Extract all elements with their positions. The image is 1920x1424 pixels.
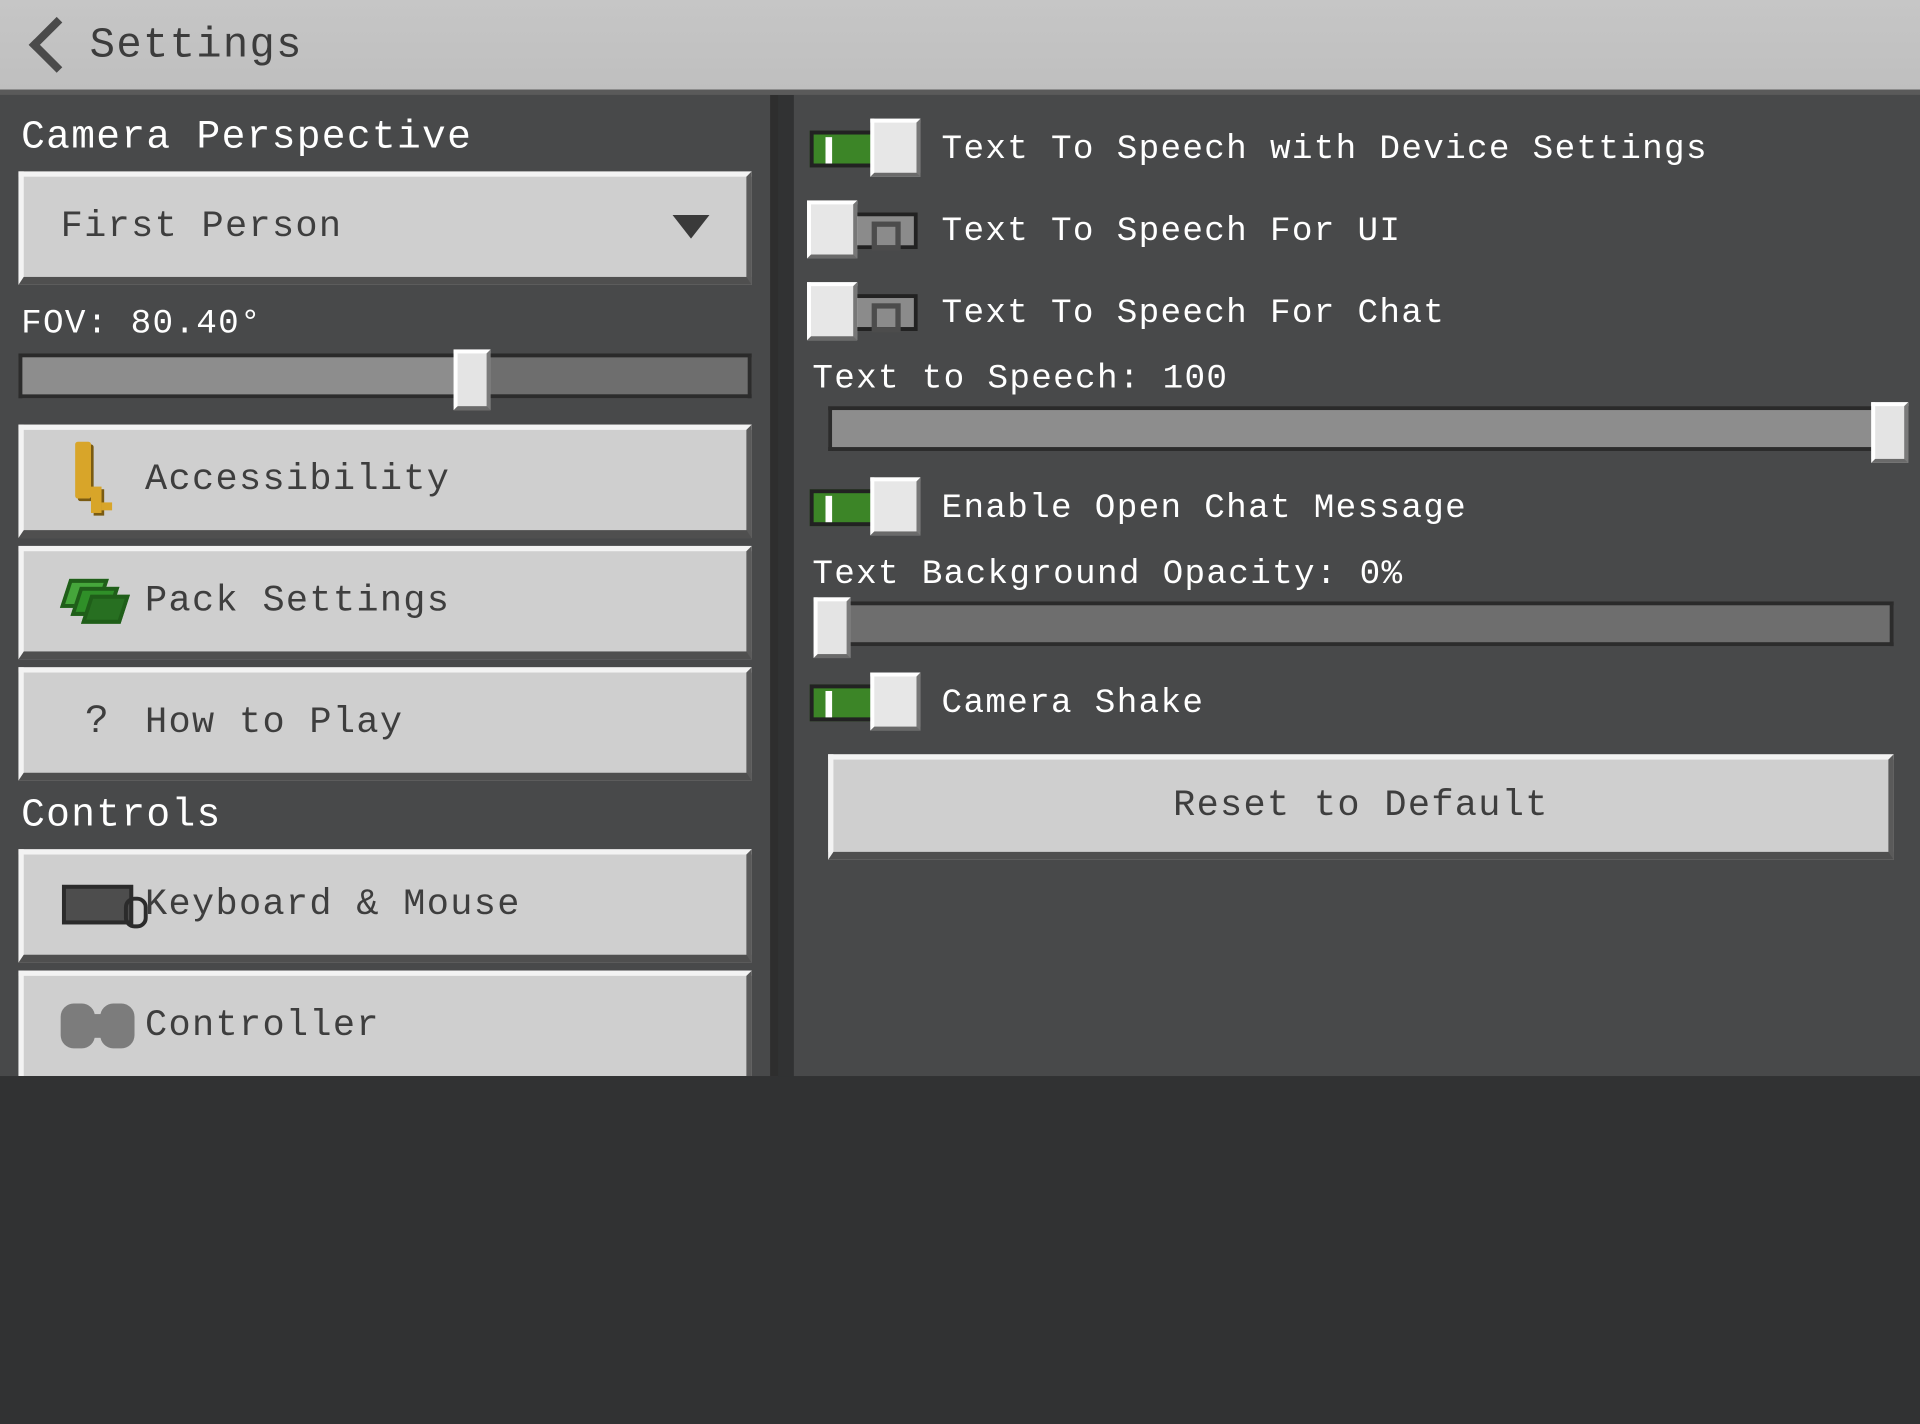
- toggle-tts-chat[interactable]: [810, 285, 918, 340]
- question-icon: ?: [50, 700, 145, 745]
- back-button-label[interactable]: Settings: [90, 20, 303, 69]
- toggle-label: Text To Speech with Device Settings: [942, 129, 1708, 169]
- tts-volume-label: Text to Speech: 100: [812, 359, 1893, 399]
- keyboard-icon: [50, 885, 145, 925]
- sidebar-item-label: How to Play: [145, 702, 720, 743]
- sidebar-item-label: Controller: [145, 1006, 720, 1047]
- toggle-label: Text To Speech For Chat: [942, 293, 1446, 333]
- reset-to-default-button[interactable]: Reset to Default: [828, 754, 1894, 859]
- camera-perspective-value: First Person: [61, 206, 343, 247]
- panel-divider: [778, 95, 794, 1076]
- camera-perspective-label: Camera Perspective: [21, 116, 752, 161]
- top-bar: Settings Accessibility Settings: [0, 0, 1920, 95]
- sidebar-item-label: Accessibility: [145, 460, 720, 501]
- chevron-down-icon: [673, 215, 710, 239]
- fov-slider-fill: [22, 357, 472, 394]
- back-chevron-icon[interactable]: [29, 17, 85, 73]
- toggle-label: Text To Speech For UI: [942, 211, 1402, 251]
- bg-opacity-label: Text Background Opacity: 0%: [812, 554, 1893, 594]
- controls-section-label: Controls: [21, 794, 752, 839]
- fov-slider-thumb[interactable]: [454, 349, 491, 410]
- sidebar-item-label: Keyboard & Mouse: [145, 884, 720, 925]
- toggle-camera-shake[interactable]: [810, 675, 918, 730]
- sidebar-item-how-to-play[interactable]: ? How to Play: [18, 667, 751, 780]
- settings-sidebar: Camera Perspective First Person FOV: 80.…: [0, 95, 778, 1076]
- controller-icon: [50, 1004, 145, 1049]
- sidebar-item-accessibility[interactable]: Accessibility: [18, 425, 751, 538]
- fov-slider[interactable]: [18, 353, 751, 398]
- tts-volume-slider[interactable]: [828, 406, 1894, 451]
- tts-slider-fill: [832, 410, 1890, 447]
- reset-button-label: Reset to Default: [1173, 785, 1549, 826]
- toggle-label: Enable Open Chat Message: [942, 488, 1467, 528]
- bg-opacity-slider[interactable]: [828, 601, 1894, 646]
- sidebar-item-label: Pack Settings: [145, 581, 720, 622]
- key-icon: [50, 450, 145, 511]
- toggle-label: Camera Shake: [942, 683, 1205, 723]
- toggle-tts-ui[interactable]: [810, 203, 918, 258]
- sidebar-item-pack-settings[interactable]: Pack Settings: [18, 546, 751, 659]
- bg-slider-thumb[interactable]: [814, 597, 851, 658]
- tts-slider-thumb[interactable]: [1871, 402, 1908, 463]
- camera-perspective-dropdown[interactable]: First Person: [18, 171, 751, 284]
- sidebar-item-keyboard-mouse[interactable]: Keyboard & Mouse: [18, 849, 751, 962]
- pack-icon: [50, 579, 145, 624]
- toggle-tts-device[interactable]: [810, 121, 918, 176]
- accessibility-panel: Text To Speech with Device Settings Text…: [794, 95, 1920, 1076]
- toggle-open-chat[interactable]: [810, 480, 918, 535]
- fov-label: FOV: 80.40°: [21, 303, 752, 343]
- sidebar-item-controller[interactable]: Controller: [18, 971, 751, 1076]
